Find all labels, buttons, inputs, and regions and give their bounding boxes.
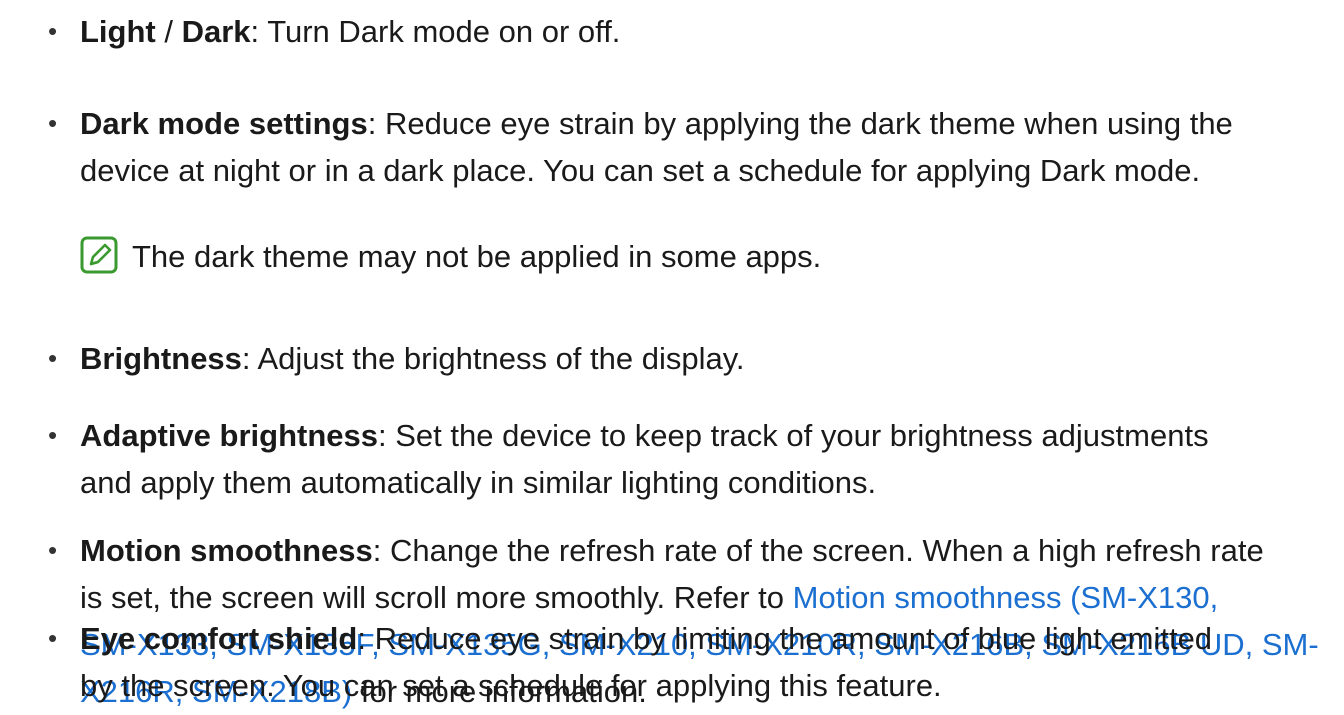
item-description-line2: and apply them automatically in similar … [80, 465, 877, 500]
item-description-line1: Reduce eye strain by limiting the amount… [365, 621, 1213, 656]
term-dark-mode-settings: Dark mode settings [80, 106, 368, 141]
list-item-text: Eye comfort shield: Reduce eye strain by… [80, 615, 1335, 709]
term-eye-comfort-shield: Eye comfort shield [80, 621, 358, 656]
item-description-line2: by the screen. You can set a schedule fo… [80, 668, 942, 703]
term-separator: / [155, 14, 182, 49]
bullet: • [48, 108, 58, 138]
bullet: • [48, 16, 58, 46]
bullet: • [48, 420, 58, 450]
bullet: • [48, 623, 58, 653]
item-description-line2: device at night or in a dark place. You … [80, 153, 1201, 188]
term-colon: : [357, 621, 366, 656]
term-dark: Dark [181, 14, 251, 49]
term-light: Light [80, 14, 156, 49]
item-description-line1: Change the refresh rate of the screen. W… [381, 533, 1264, 568]
list-item-text: Brightness: Adjust the brightness of the… [80, 335, 1335, 382]
item-description-line1: Set the device to keep track of your bri… [386, 418, 1209, 453]
list-item-text: Adaptive brightness: Set the device to k… [80, 412, 1335, 506]
item-description: Turn Dark mode on or off. [259, 14, 621, 49]
term-colon: : [378, 418, 387, 453]
term-colon: : [250, 14, 260, 49]
item-description-line2: is set, the screen will scroll more smoo… [80, 580, 793, 615]
term-adaptive-brightness: Adaptive brightness [80, 418, 378, 453]
note-pencil-icon [80, 236, 118, 274]
item-description: Adjust the brightness of the display. [250, 341, 745, 376]
document-page: • Light / Dark: Turn Dark mode on or off… [0, 0, 1344, 709]
list-item-text: Light / Dark: Turn Dark mode on or off. [80, 8, 1335, 55]
item-description-line1: Reduce eye strain by applying the dark t… [376, 106, 1233, 141]
bullet: • [48, 343, 58, 373]
bullet: • [48, 535, 58, 565]
term-brightness: Brightness [80, 341, 242, 376]
list-item-text: Dark mode settings: Reduce eye strain by… [80, 100, 1335, 194]
term-motion-smoothness: Motion smoothness [80, 533, 373, 568]
note-text: The dark theme may not be applied in som… [132, 239, 822, 274]
term-colon: : [241, 341, 251, 376]
